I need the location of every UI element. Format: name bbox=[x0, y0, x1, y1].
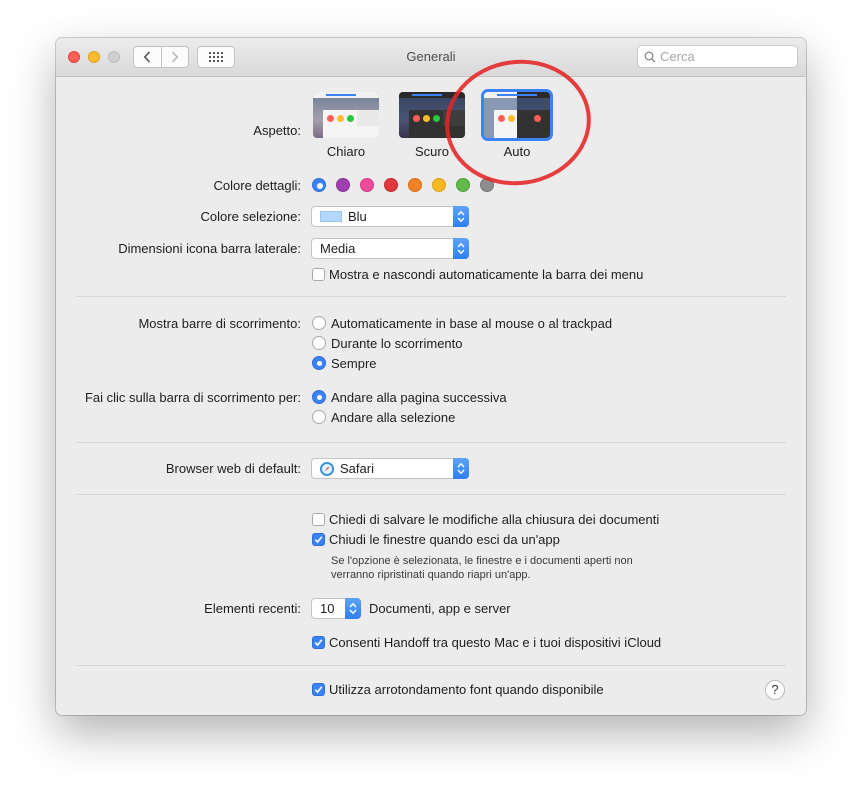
accent-blue-swatch[interactable] bbox=[312, 178, 326, 192]
recent-items-value: 10 bbox=[320, 601, 335, 616]
scroll-click-label: Fai clic sulla barra di scorrimento per: bbox=[84, 390, 301, 405]
scroll-click-next-page-label[interactable]: Andare alla pagina successiva bbox=[331, 390, 507, 405]
search-input[interactable] bbox=[660, 48, 790, 65]
appearance-light-thumbnail[interactable] bbox=[313, 92, 379, 138]
scrollbars-auto-label[interactable]: Automaticamente in base al mouse o al tr… bbox=[331, 316, 612, 331]
checkmark-icon bbox=[314, 639, 323, 647]
scroll-click-next-page-radio[interactable] bbox=[312, 390, 326, 404]
accent-pink-swatch[interactable] bbox=[360, 178, 374, 192]
default-browser-label: Browser web di default: bbox=[165, 461, 301, 476]
accent-orange-swatch[interactable] bbox=[408, 178, 422, 192]
scrollbars-when-scrolling-label[interactable]: Durante lo scorrimento bbox=[331, 336, 463, 351]
highlight-color-popup[interactable]: Blu bbox=[311, 206, 469, 227]
close-windows-label[interactable]: Chiudi le finestre quando esci da un'app bbox=[329, 532, 560, 547]
close-windows-checkbox[interactable] bbox=[312, 533, 325, 546]
highlight-color-swatch bbox=[320, 211, 342, 222]
accent-color-label: Colore dettagli: bbox=[213, 178, 301, 193]
popup-stepper[interactable] bbox=[453, 458, 469, 479]
popup-stepper[interactable] bbox=[453, 238, 469, 259]
accent-purple-swatch[interactable] bbox=[336, 178, 350, 192]
accent-green-swatch[interactable] bbox=[456, 178, 470, 192]
handoff-label[interactable]: Consenti Handoff tra questo Mac e i tuoi… bbox=[329, 635, 661, 650]
font-smoothing-label[interactable]: Utilizza arrotondamento font quando disp… bbox=[329, 682, 604, 697]
popup-stepper[interactable] bbox=[453, 206, 469, 227]
scroll-click-spot-radio[interactable] bbox=[312, 410, 326, 424]
recent-items-popup[interactable]: 10 bbox=[311, 598, 361, 619]
title-bar: Generali bbox=[56, 38, 806, 77]
close-windows-note-line1: Se l'opzione è selezionata, le finestre … bbox=[331, 555, 633, 567]
separator bbox=[76, 296, 786, 297]
default-browser-value: Safari bbox=[340, 461, 374, 476]
search-field[interactable] bbox=[637, 45, 798, 68]
highlight-color-label: Colore selezione: bbox=[200, 209, 301, 224]
checkmark-icon bbox=[314, 536, 323, 544]
scrollbars-when-scrolling-radio[interactable] bbox=[312, 336, 326, 350]
chevron-updown-icon bbox=[457, 462, 465, 475]
ask-save-checkbox[interactable] bbox=[312, 513, 325, 526]
separator bbox=[76, 442, 786, 443]
separator bbox=[76, 494, 786, 495]
scrollbars-always-radio[interactable] bbox=[312, 356, 326, 370]
appearance-light-label[interactable]: Chiaro bbox=[306, 144, 386, 159]
scroll-click-spot-label[interactable]: Andare alla selezione bbox=[331, 410, 455, 425]
menubar-autohide-label[interactable]: Mostra e nascondi automaticamente la bar… bbox=[329, 267, 643, 282]
chevron-updown-icon bbox=[457, 210, 465, 223]
highlight-color-value: Blu bbox=[348, 209, 367, 224]
accent-red-swatch[interactable] bbox=[384, 178, 398, 192]
recent-items-suffix: Documenti, app e server bbox=[369, 601, 511, 616]
sidebar-icon-size-popup[interactable]: Media bbox=[311, 238, 469, 259]
handoff-checkbox[interactable] bbox=[312, 636, 325, 649]
appearance-label: Aspetto: bbox=[253, 123, 301, 138]
recent-items-label: Elementi recenti: bbox=[204, 601, 301, 616]
scrollbars-always-label[interactable]: Sempre bbox=[331, 356, 377, 371]
ask-save-label[interactable]: Chiedi di salvare le modifiche alla chiu… bbox=[329, 512, 659, 527]
menubar-autohide-checkbox[interactable] bbox=[312, 268, 325, 281]
scrollbars-label: Mostra barre di scorrimento: bbox=[138, 316, 301, 331]
preferences-window: Generali Aspetto: Chiaro Scuro bbox=[56, 38, 806, 715]
close-windows-note-line2: verranno ripristinati quando riapri un'a… bbox=[331, 569, 531, 581]
default-browser-popup[interactable]: Safari bbox=[311, 458, 469, 479]
safari-icon bbox=[320, 462, 334, 476]
checkmark-icon bbox=[314, 686, 323, 694]
accent-yellow-swatch[interactable] bbox=[432, 178, 446, 192]
separator bbox=[76, 665, 786, 666]
help-button[interactable]: ? bbox=[765, 680, 785, 700]
chevron-updown-icon bbox=[457, 242, 465, 255]
font-smoothing-checkbox[interactable] bbox=[312, 683, 325, 696]
sidebar-icon-size-value: Media bbox=[320, 241, 356, 256]
scrollbars-auto-radio[interactable] bbox=[312, 316, 326, 330]
chevron-updown-icon bbox=[349, 602, 357, 615]
search-icon bbox=[644, 51, 656, 63]
sidebar-icon-size-label: Dimensioni icona barra laterale: bbox=[118, 241, 301, 256]
popup-stepper[interactable] bbox=[345, 598, 361, 619]
